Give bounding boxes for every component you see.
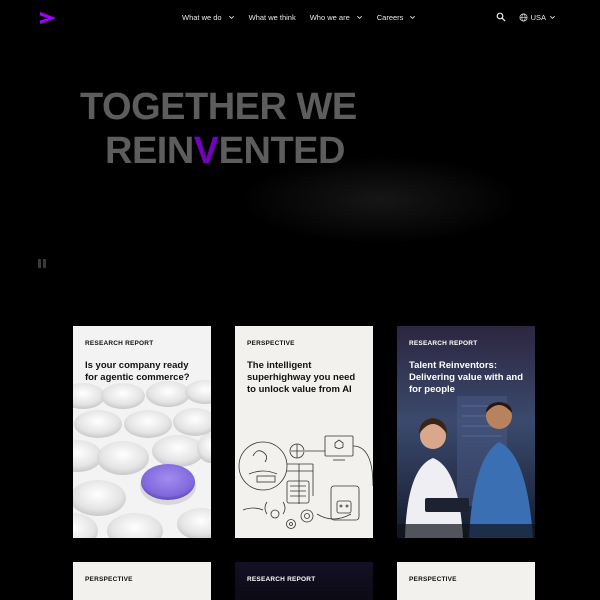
card-tag: RESEARCH REPORT [247,576,316,583]
card-intelligent-superhighway[interactable]: PERSPECTIVE The intelligent superhighway… [235,326,373,538]
card-talent-reinventors[interactable]: RESEARCH REPORT Talent Reinventors: Deli… [397,326,535,538]
hero-title-part: REIN [105,130,194,172]
hero-title: TOGETHER WE REINVENTED [80,85,357,173]
nav-item-label: What we think [248,13,296,22]
card-tag: PERSPECTIVE [247,340,295,347]
keypad-buttons-image [73,326,211,538]
talent-photo-image [397,326,535,538]
nav-item-what-we-do[interactable]: What we do [182,13,235,22]
card-agentic-commerce[interactable]: RESEARCH REPORT Is your company ready fo… [73,326,211,538]
search-icon[interactable] [496,12,506,22]
locale-selector[interactable]: USA [519,13,556,22]
card-title: Talent Reinventors: Delivering value wit… [409,360,524,395]
main-nav: What we do What we think Who we are Care… [182,13,430,22]
accenture-logo-icon[interactable] [38,10,58,26]
card-research-report[interactable]: RESEARCH REPORT [235,562,373,600]
locale-label: USA [530,12,546,22]
card-tag: PERSPECTIVE [409,576,457,583]
site-header: What we do What we think Who we are Care… [0,0,600,36]
chevron-down-icon [550,15,555,19]
card-tag: RESEARCH REPORT [409,340,478,347]
card-title: The intelligent superhighway you need to… [247,360,356,395]
chevron-down-icon [410,15,416,19]
hero-title-line-1: TOGETHER WE [80,86,357,128]
hero-accent-letter: V [193,130,219,172]
hero-title-part: ENTED [218,130,346,172]
card-perspective[interactable]: PERSPECTIVE [73,562,211,600]
ai-superhighway-illustration [235,326,373,538]
card-title: Is your company ready for agentic commer… [85,360,190,383]
nav-item-label: What we do [182,13,222,22]
card-tag: PERSPECTIVE [85,576,133,583]
hero-title-line-2: REINVENTED [80,129,357,173]
nav-item-label: Careers [376,13,404,22]
nav-item-label: Who we are [309,13,350,22]
pause-icon[interactable] [38,259,46,268]
hero-banner: TOGETHER WE REINVENTED [0,40,600,310]
header-utilities: USA [496,12,556,22]
nav-item-careers[interactable]: Careers [377,13,417,22]
globe-icon [519,13,528,21]
card-tag: RESEARCH REPORT [85,340,154,347]
nav-item-who-we-are[interactable]: Who we are [310,13,363,22]
chevron-down-icon [228,15,234,19]
chevron-down-icon [356,15,362,19]
nav-item-what-we-think[interactable]: What we think [249,13,296,22]
card-perspective[interactable]: PERSPECTIVE [397,562,535,600]
